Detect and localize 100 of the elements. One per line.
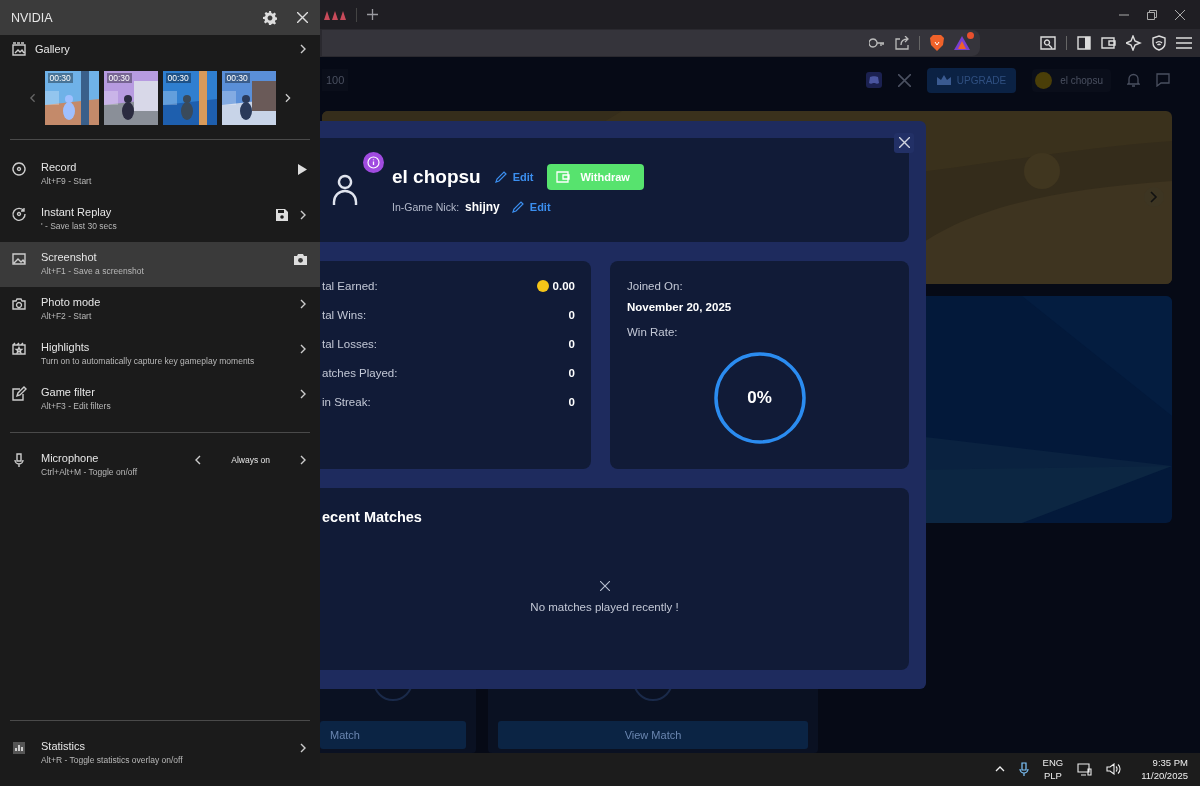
play-icon[interactable] bbox=[298, 164, 307, 175]
menu-item[interactable]: Screenshot Alt+F1 - Save a screenshot bbox=[0, 242, 320, 287]
chevron-right-icon bbox=[300, 389, 307, 399]
user-icon bbox=[332, 173, 358, 206]
x-logo-icon[interactable] bbox=[897, 73, 911, 87]
crown-icon bbox=[936, 75, 951, 86]
empty-message: No matches played recently ! bbox=[530, 600, 679, 613]
network-icon[interactable] bbox=[1077, 762, 1093, 776]
item-label: Statistics bbox=[41, 740, 86, 752]
new-tab-icon[interactable] bbox=[367, 9, 378, 21]
wallet-icon[interactable] bbox=[1101, 36, 1116, 51]
shortcut-hint: Alt+F9 - Start bbox=[41, 176, 93, 186]
clock-button[interactable]: 9:35 PM 11/20/2025 bbox=[1141, 756, 1188, 783]
stat-label: tal Wins: bbox=[322, 309, 367, 322]
microphone-icon[interactable] bbox=[1018, 762, 1029, 777]
info-icon[interactable] bbox=[363, 151, 384, 173]
stat-value: 0 bbox=[568, 338, 575, 351]
chevron-right-icon bbox=[1150, 190, 1158, 203]
settings-icon[interactable] bbox=[263, 10, 277, 25]
menu-icon[interactable] bbox=[1176, 37, 1192, 50]
item-label: Microphone bbox=[41, 452, 100, 464]
avatar-icon bbox=[1035, 71, 1053, 89]
section-title: ecent Matches bbox=[322, 508, 423, 525]
close-icon bbox=[898, 137, 910, 149]
item-label: Record bbox=[41, 161, 78, 173]
image-icon bbox=[11, 251, 27, 267]
close-icon[interactable] bbox=[1175, 9, 1185, 20]
view-match-button[interactable]: Match bbox=[320, 720, 466, 749]
statistics-item[interactable]: Statistics Alt+R - Toggle statistics overlay on/off bbox=[0, 731, 320, 776]
shortcut-hint: Turn on to automatically capture key gameplay moments bbox=[41, 356, 256, 366]
stat-value: 0 bbox=[568, 367, 575, 380]
sparkle-icon[interactable] bbox=[1126, 35, 1142, 52]
shortcut-hint: Alt+F2 - Start bbox=[41, 311, 93, 321]
nick-value: shijny bbox=[465, 199, 500, 214]
menu-item[interactable]: Photo mode Alt+F2 - Start bbox=[0, 287, 320, 332]
gallery-thumbnail[interactable]: 00:30 bbox=[103, 71, 158, 125]
edit-link[interactable]: Edit bbox=[511, 200, 551, 213]
duration-label: 00:30 bbox=[165, 73, 191, 83]
reader-icon[interactable] bbox=[1040, 36, 1056, 51]
gallery-thumbnail[interactable]: 00:30 bbox=[221, 71, 276, 125]
menu-item[interactable]: Record Alt+F9 - Start bbox=[0, 152, 320, 197]
stat-value: 0.00 bbox=[552, 280, 575, 293]
menu-item[interactable]: Highlights Turn on to automatically capture key gameplay moments bbox=[0, 332, 320, 377]
duration-label: 00:30 bbox=[224, 73, 250, 83]
user-name: el chopsu bbox=[392, 165, 481, 188]
bar-chart-icon bbox=[11, 740, 27, 756]
address-field[interactable] bbox=[322, 30, 980, 57]
triangle-icon[interactable] bbox=[954, 36, 970, 51]
lion-shield-icon[interactable] bbox=[930, 35, 944, 52]
chevron-right-icon[interactable] bbox=[284, 93, 291, 103]
user-name: el chopsu bbox=[1060, 74, 1103, 86]
camera-icon[interactable] bbox=[294, 254, 307, 265]
notification-dot bbox=[967, 32, 974, 40]
close-button[interactable] bbox=[894, 132, 914, 153]
restore-icon[interactable] bbox=[1147, 9, 1157, 20]
gallery-icon bbox=[11, 41, 27, 57]
save-icon[interactable] bbox=[276, 209, 288, 221]
shortcut-hint: Alt+F3 - Edit filters bbox=[41, 401, 112, 411]
menu-item[interactable]: Instant Replay ' - Save last 30 secs bbox=[0, 197, 320, 242]
pencil-icon bbox=[511, 200, 524, 213]
view-match-button[interactable]: View Match bbox=[498, 720, 808, 749]
duration-label: 00:30 bbox=[106, 73, 132, 83]
wallet-icon bbox=[556, 170, 571, 183]
joined-date: November 20, 2025 bbox=[627, 300, 732, 313]
win-rate-value: 0% bbox=[747, 387, 772, 408]
sidebar-icon[interactable] bbox=[1077, 36, 1091, 51]
stat-label: tal Earned: bbox=[322, 280, 378, 293]
item-label: Screenshot bbox=[41, 251, 98, 263]
empty-x-icon bbox=[599, 580, 610, 591]
shortcut-hint: ' - Save last 30 secs bbox=[41, 221, 118, 231]
microphone-icon bbox=[11, 452, 27, 468]
clapperboard-icon bbox=[11, 341, 27, 357]
win-rate-label: Win Rate: bbox=[627, 325, 678, 338]
stat-label: tal Losses: bbox=[322, 338, 377, 351]
language-button[interactable]: ENG PLP bbox=[1042, 756, 1064, 783]
joined-label: Joined On: bbox=[627, 279, 683, 292]
edit-icon bbox=[11, 386, 27, 402]
gallery-item[interactable]: Gallery bbox=[0, 35, 320, 63]
vpn-shield-icon[interactable] bbox=[1152, 35, 1166, 52]
edit-link[interactable]: Edit bbox=[494, 170, 534, 183]
nick-label: In-Game Nick: bbox=[392, 200, 460, 213]
stat-label: atches Played: bbox=[322, 367, 398, 380]
microphone-item[interactable]: Microphone Ctrl+Alt+M - Toggle on/off Always on bbox=[0, 443, 320, 488]
chevron-up-icon[interactable] bbox=[994, 766, 1005, 773]
menu-item[interactable]: Game filter Alt+F3 - Edit filters bbox=[0, 377, 320, 422]
discord-icon[interactable] bbox=[865, 72, 882, 89]
record-icon bbox=[11, 161, 27, 177]
share-icon[interactable] bbox=[895, 36, 909, 51]
volume-icon[interactable] bbox=[1106, 763, 1122, 776]
coin-icon bbox=[536, 280, 549, 293]
key-icon[interactable] bbox=[869, 38, 885, 49]
chevron-right-icon bbox=[300, 210, 307, 220]
gallery-thumbnail[interactable]: 00:30 bbox=[44, 71, 99, 125]
chevron-right-icon[interactable] bbox=[300, 455, 307, 465]
stat-value: 0 bbox=[568, 396, 575, 409]
chevron-right-icon bbox=[300, 44, 307, 54]
item-label: Game filter bbox=[41, 386, 96, 398]
gallery-thumbnail[interactable]: 00:30 bbox=[162, 71, 217, 125]
chevron-right-icon bbox=[300, 344, 307, 354]
pencil-icon bbox=[494, 170, 507, 183]
